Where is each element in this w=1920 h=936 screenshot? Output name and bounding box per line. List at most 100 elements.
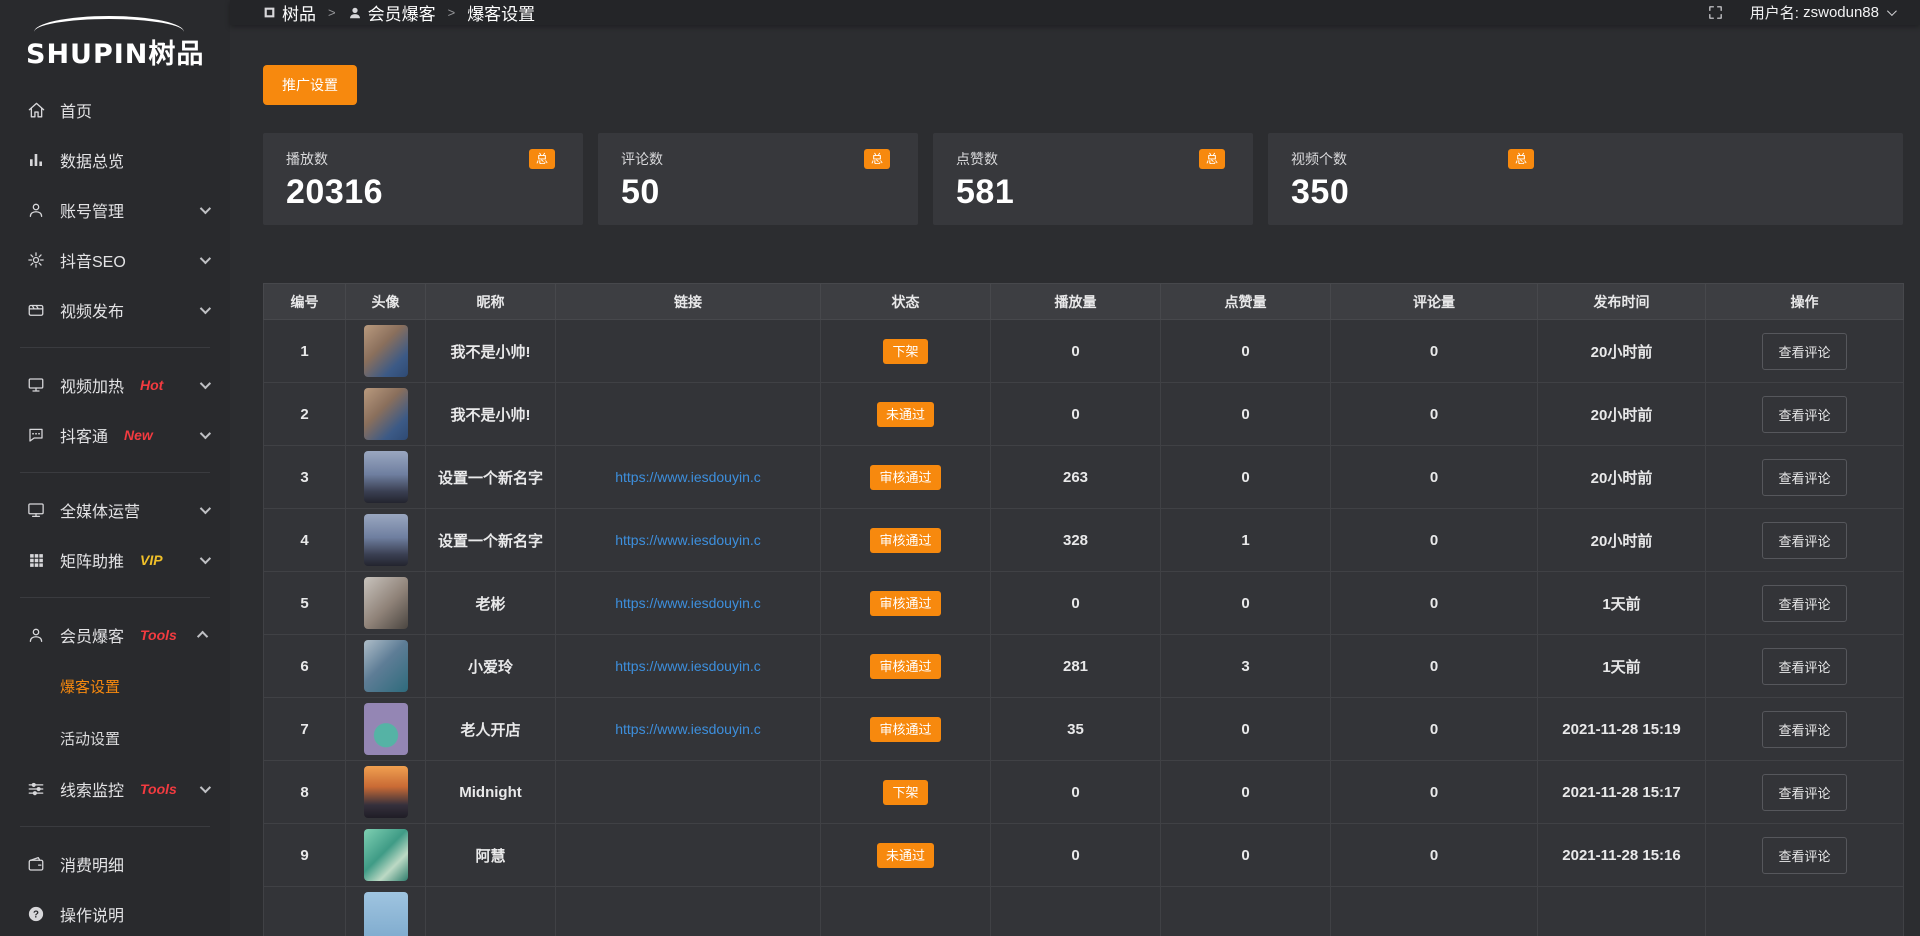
cell-plays: 263 [991,446,1161,509]
cell-publish-time: 20小时前 [1538,446,1706,509]
cell-plays: 0 [991,572,1161,635]
cell-nickname: Midnight [426,761,556,824]
view-comments-button[interactable]: 查看评论 [1762,711,1846,748]
cell-avatar [346,383,426,446]
logo-text-en: SHUPIN [26,39,148,70]
cell-id: 9 [264,824,346,887]
video-link[interactable]: https://www.iesdouyin.c [615,532,761,548]
column-header-likes: 点赞量 [1161,284,1331,320]
cell-nickname: 设置一个新名字 [426,509,556,572]
cell-status: 审核通过 [821,509,991,572]
status-badge: 审核通过 [870,528,940,553]
tools-tag: Tools [140,627,177,643]
cell-avatar [346,761,426,824]
cell-status: 审核通过 [821,635,991,698]
fullscreen-icon[interactable] [1707,4,1724,21]
cell-likes: 1 [1161,509,1331,572]
sidebar-item-video-heating[interactable]: 视频加热 Hot [0,360,230,410]
avatar [364,325,408,377]
video-link[interactable]: https://www.iesdouyin.c [615,658,761,674]
breadcrumb-label: 会员爆客 [368,0,436,25]
avatar [364,829,408,881]
cell-actions [1706,887,1904,936]
sidebar-item-video-publish[interactable]: 视频发布 [0,285,230,335]
breadcrumb-separator: > [448,5,456,20]
app-logo: SHUPIN树品 [0,10,230,85]
view-comments-button[interactable]: 查看评论 [1762,333,1846,370]
view-comments-button[interactable]: 查看评论 [1762,648,1846,685]
sidebar-divider [20,597,210,598]
video-link[interactable]: https://www.iesdouyin.c [615,721,761,737]
cell-comments [1331,887,1538,936]
cell-likes: 0 [1161,446,1331,509]
view-comments-button[interactable]: 查看评论 [1762,837,1846,874]
breadcrumb-home[interactable]: 树品 [263,0,316,25]
monitor-icon [26,500,46,520]
stat-card-plays: 播放数 20316 总 [263,133,583,225]
video-link[interactable]: https://www.iesdouyin.c [615,595,761,611]
total-badge: 总 [864,149,890,169]
cell-publish-time: 20小时前 [1538,383,1706,446]
sidebar-item-clue-monitor[interactable]: 线索监控 Tools [0,764,230,814]
cell-comments: 0 [1331,572,1538,635]
home-icon [26,100,46,120]
view-comments-button[interactable]: 查看评论 [1762,459,1846,496]
sidebar-item-consumption-details[interactable]: 消费明细 [0,839,230,889]
promotion-settings-button[interactable]: 推广设置 [263,65,357,105]
sidebar-item-matrix-boost[interactable]: 矩阵助推 VIP [0,535,230,585]
status-badge: 下架 [883,780,927,805]
chevron-up-icon [197,631,208,642]
cell-likes [1161,887,1331,936]
stat-value: 581 [956,173,1253,212]
sidebar-subitem-baoke-settings[interactable]: 爆客设置 [0,660,230,712]
sliders-icon [26,779,46,799]
sidebar-item-label: 视频发布 [60,298,124,322]
sidebar-item-douketong[interactable]: 抖客通 New [0,410,230,460]
table-row: 4 设置一个新名字 https://www.iesdouyin.c 审核通过 3… [264,509,1904,572]
cell-link [556,320,821,383]
cell-link: https://www.iesdouyin.c [556,635,821,698]
cell-comments: 0 [1331,824,1538,887]
grid-icon [26,550,46,570]
cell-status [821,887,991,936]
cell-nickname: 设置一个新名字 [426,446,556,509]
view-comments-button[interactable]: 查看评论 [1762,774,1846,811]
user-menu[interactable]: 用户名: zswodun88 [1750,2,1894,23]
question-icon: ? [26,904,46,924]
member-icon [26,625,46,645]
sidebar-item-all-media-operation[interactable]: 全媒体运营 [0,485,230,535]
avatar [364,514,408,566]
cell-status: 下架 [821,320,991,383]
sidebar-item-label: 数据总览 [60,148,124,172]
cell-publish-time: 1天前 [1538,572,1706,635]
sidebar-item-data-overview[interactable]: 数据总览 [0,135,230,185]
cell-plays: 0 [991,761,1161,824]
sidebar-item-home[interactable]: 首页 [0,85,230,135]
bar-chart-icon [26,150,46,170]
status-badge: 审核通过 [870,591,940,616]
sidebar-item-account-management[interactable]: 账号管理 [0,185,230,235]
column-header-status: 状态 [821,284,991,320]
cell-id [264,887,346,936]
sidebar-item-douyin-seo[interactable]: 抖音SEO [0,235,230,285]
view-comments-button[interactable]: 查看评论 [1762,585,1846,622]
cell-link [556,824,821,887]
sidebar-item-instructions[interactable]: ? 操作说明 [0,889,230,936]
cell-nickname: 老人开店 [426,698,556,761]
sidebar-subitem-activity-settings[interactable]: 活动设置 [0,712,230,764]
view-comments-button[interactable]: 查看评论 [1762,522,1846,559]
cell-actions: 查看评论 [1706,446,1904,509]
cell-id: 3 [264,446,346,509]
video-link[interactable]: https://www.iesdouyin.c [615,469,761,485]
cell-publish-time: 2021-11-28 15:19 [1538,698,1706,761]
sidebar-subitem-label: 爆客设置 [60,676,120,697]
avatar [364,451,408,503]
tools-tag: Tools [140,781,177,797]
cell-status: 审核通过 [821,572,991,635]
breadcrumb-member-baoke[interactable]: 会员爆客 [348,0,436,25]
tv-icon [26,375,46,395]
sidebar-item-member-baoke[interactable]: 会员爆客 Tools [0,610,230,660]
sidebar-divider [20,347,210,348]
view-comments-button[interactable]: 查看评论 [1762,396,1846,433]
sidebar-subitem-label: 活动设置 [60,728,120,749]
